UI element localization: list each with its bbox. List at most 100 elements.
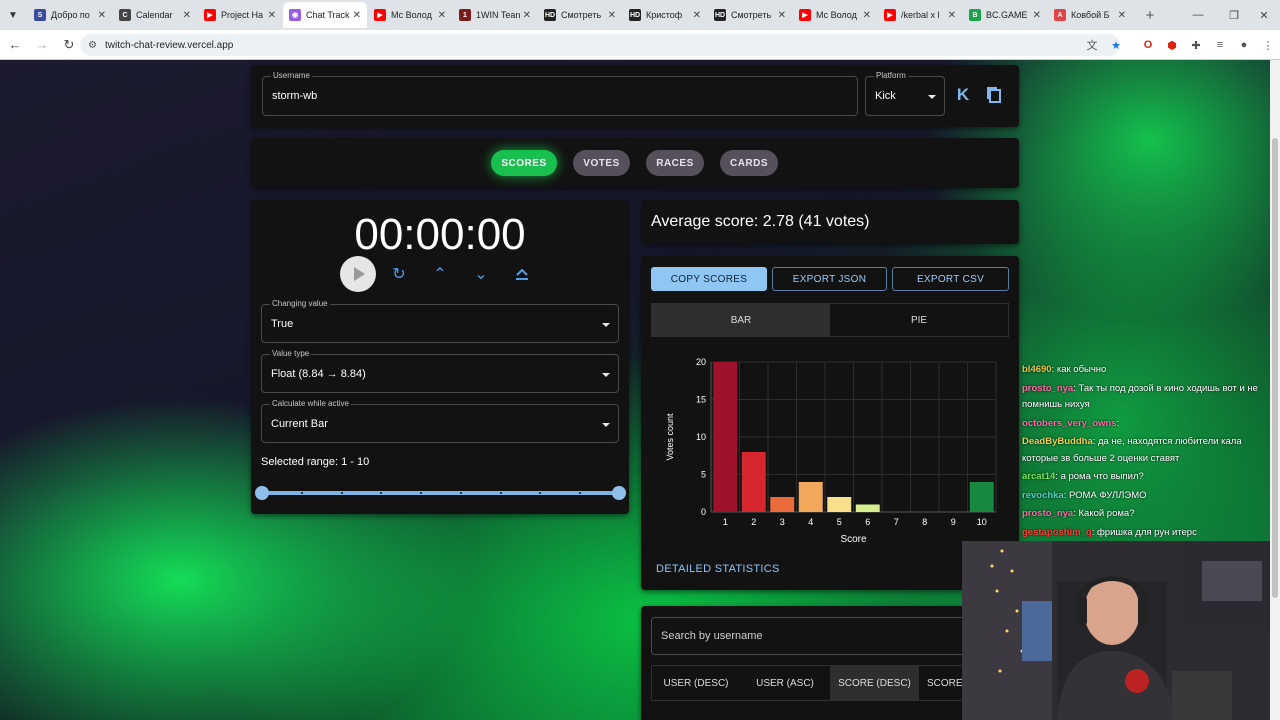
platform-select[interactable]: Platform Kick <box>865 71 945 116</box>
chevron-up-icon[interactable]: ⌃ <box>428 262 452 286</box>
bar-score-1 <box>713 362 738 512</box>
tab-close-icon[interactable]: ✕ <box>523 10 531 21</box>
translate-icon[interactable]: 文 <box>1080 33 1104 57</box>
chat-text: как обычно <box>1056 364 1107 375</box>
sort-score-desc-button[interactable]: SCORE (DESC) <box>830 666 919 700</box>
browser-menu-icon[interactable]: ⋮ <box>1256 33 1280 57</box>
tab-close-icon[interactable]: ✕ <box>778 10 786 21</box>
chat-username[interactable]: prosto_nya <box>1022 383 1073 394</box>
browser-tab[interactable]: HD Смотреть ✕ <box>708 2 792 28</box>
tab-close-icon[interactable]: ✕ <box>98 10 106 21</box>
browser-tab[interactable]: HD Смотреть ✕ <box>538 2 622 28</box>
back-icon[interactable]: ← <box>3 33 27 57</box>
jump-to-top-icon[interactable] <box>510 262 534 286</box>
tab-close-icon[interactable]: ✕ <box>1033 10 1041 21</box>
site-info-icon[interactable]: ⚙ <box>88 40 97 51</box>
x-axis-label: Score <box>840 534 867 545</box>
tab-favicon-icon: B <box>969 9 981 21</box>
browser-tab[interactable]: S Добро по ✕ <box>28 2 112 28</box>
chat-username[interactable]: prosto_nya <box>1022 508 1073 519</box>
bookmark-star-icon[interactable]: ★ <box>1104 33 1128 57</box>
chat-text: фришка для рун итерс <box>1096 526 1197 538</box>
tab-close-icon[interactable]: ✕ <box>1118 10 1126 21</box>
chat-username[interactable]: DeadByBuddha <box>1022 436 1093 447</box>
extensions-puzzle-icon[interactable]: ✚ <box>1184 33 1208 57</box>
mode-votes-button[interactable]: VOTES <box>573 150 630 176</box>
browser-tab[interactable]: ◉ Chat Track ✕ <box>283 2 367 28</box>
url-field[interactable]: ⚙ twitch-chat-review.vercel.app <box>80 34 1120 56</box>
x-tick-label: 1 <box>723 517 728 527</box>
tab-close-icon[interactable]: ✕ <box>353 10 361 21</box>
sort-user-asc-button[interactable]: USER (ASC) <box>740 666 830 700</box>
new-tab-icon[interactable]: + <box>1139 4 1161 26</box>
export-csv-button[interactable]: EXPORT CSV <box>892 267 1009 291</box>
y-tick-label: 15 <box>696 395 706 405</box>
scrollbar-thumb[interactable] <box>1272 138 1278 598</box>
mode-cards-button[interactable]: CARDS <box>720 150 778 176</box>
forward-icon[interactable]: → <box>30 33 54 57</box>
tab-close-icon[interactable]: ✕ <box>948 10 956 21</box>
tab-close-icon[interactable]: ✕ <box>268 10 276 21</box>
browser-tab[interactable]: B BC.GAME ✕ <box>963 2 1047 28</box>
browser-tab[interactable]: HD Кристоф ✕ <box>623 2 707 28</box>
search-username-field[interactable]: Search by username <box>651 617 1009 655</box>
tab-close-icon[interactable]: ✕ <box>438 10 446 21</box>
chat-username[interactable]: octobers_very_owns <box>1022 418 1117 429</box>
bar-view-button[interactable]: BAR <box>652 304 830 336</box>
calculate-while-active-select[interactable]: Calculate while active Current Bar <box>261 399 619 443</box>
changing-value-select[interactable]: Changing value True <box>261 299 619 343</box>
browser-tab[interactable]: ▶ Project Ha ✕ <box>198 2 282 28</box>
copy-icon[interactable] <box>986 86 1002 104</box>
kick-logo-icon[interactable]: K <box>954 86 972 104</box>
changing-value-label: Changing value <box>270 299 330 308</box>
value-type-select[interactable]: Value type Float (8.84 → 8.84) <box>261 349 619 393</box>
tab-close-icon[interactable]: ✕ <box>183 10 191 21</box>
tab-close-icon[interactable]: ✕ <box>863 10 871 21</box>
reading-list-icon[interactable]: ≡ <box>1208 33 1232 57</box>
play-button[interactable] <box>340 256 376 292</box>
browser-tab[interactable]: 1 1WIN Tean ✕ <box>453 2 537 28</box>
chart-card: COPY SCORES EXPORT JSON EXPORT CSV BAR P… <box>641 256 1019 590</box>
adblock-extension-icon[interactable]: ⬢ <box>1160 33 1184 57</box>
range-slider-track[interactable] <box>261 491 619 495</box>
range-slider-min-handle[interactable] <box>255 486 269 500</box>
chat-username[interactable]: gestaposhim_q <box>1022 527 1092 538</box>
chevron-down-control-icon[interactable]: ⌄ <box>469 262 493 286</box>
mode-scores-button[interactable]: SCORES <box>491 150 557 176</box>
profile-avatar-icon[interactable]: ● <box>1232 33 1256 57</box>
chat-username[interactable]: arcat14 <box>1022 471 1055 482</box>
minimize-icon[interactable]: — <box>1180 0 1216 30</box>
tab-search-chevron-icon[interactable]: ▼ <box>4 4 22 26</box>
browser-tab[interactable]: A Ковбой Б ✕ <box>1048 2 1132 28</box>
browser-tab[interactable]: ▶ Мс Волод ✕ <box>368 2 452 28</box>
export-json-button[interactable]: EXPORT JSON <box>772 267 887 291</box>
chat-message: arcat14: а рома что выпил? <box>1022 469 1270 486</box>
tab-close-icon[interactable]: ✕ <box>693 10 701 21</box>
reset-icon[interactable]: ↻ <box>387 262 411 286</box>
reload-icon[interactable]: ↻ <box>57 33 81 57</box>
chat-username[interactable]: revochka <box>1022 490 1064 501</box>
close-window-icon[interactable]: ✕ <box>1246 0 1280 30</box>
browser-tab[interactable]: ▶ Мс Волод ✕ <box>793 2 877 28</box>
platform-value: Kick <box>875 90 896 102</box>
opera-extension-icon[interactable]: O <box>1136 33 1160 57</box>
mode-races-button[interactable]: RACES <box>646 150 704 176</box>
copy-scores-button[interactable]: COPY SCORES <box>651 267 767 291</box>
browser-tab[interactable]: C Calendar ✕ <box>113 2 197 28</box>
average-score-text: Average score: 2.78 (41 votes) <box>651 213 870 230</box>
pie-view-button[interactable]: PIE <box>830 304 1008 336</box>
tab-favicon-icon: A <box>1054 9 1066 21</box>
slider-tick <box>420 492 423 494</box>
tab-label: Project Ha <box>221 10 264 20</box>
detailed-statistics-link[interactable]: DETAILED STATISTICS <box>656 563 780 575</box>
range-slider-max-handle[interactable] <box>612 486 626 500</box>
username-field[interactable]: Username storm-wb <box>262 71 858 116</box>
page-scrollbar[interactable] <box>1270 60 1280 720</box>
sort-user-desc-button[interactable]: USER (DESC) <box>652 666 740 700</box>
browser-tab[interactable]: ▶ /kerbal x l ✕ <box>878 2 962 28</box>
chat-username[interactable]: bl4690 <box>1022 364 1052 375</box>
tab-label: Добро по <box>51 10 90 20</box>
chat-message: prosto_nya: Так ты под дозой в кино ходи… <box>1022 381 1270 414</box>
y-tick-label: 20 <box>696 357 706 367</box>
tab-close-icon[interactable]: ✕ <box>608 10 616 21</box>
